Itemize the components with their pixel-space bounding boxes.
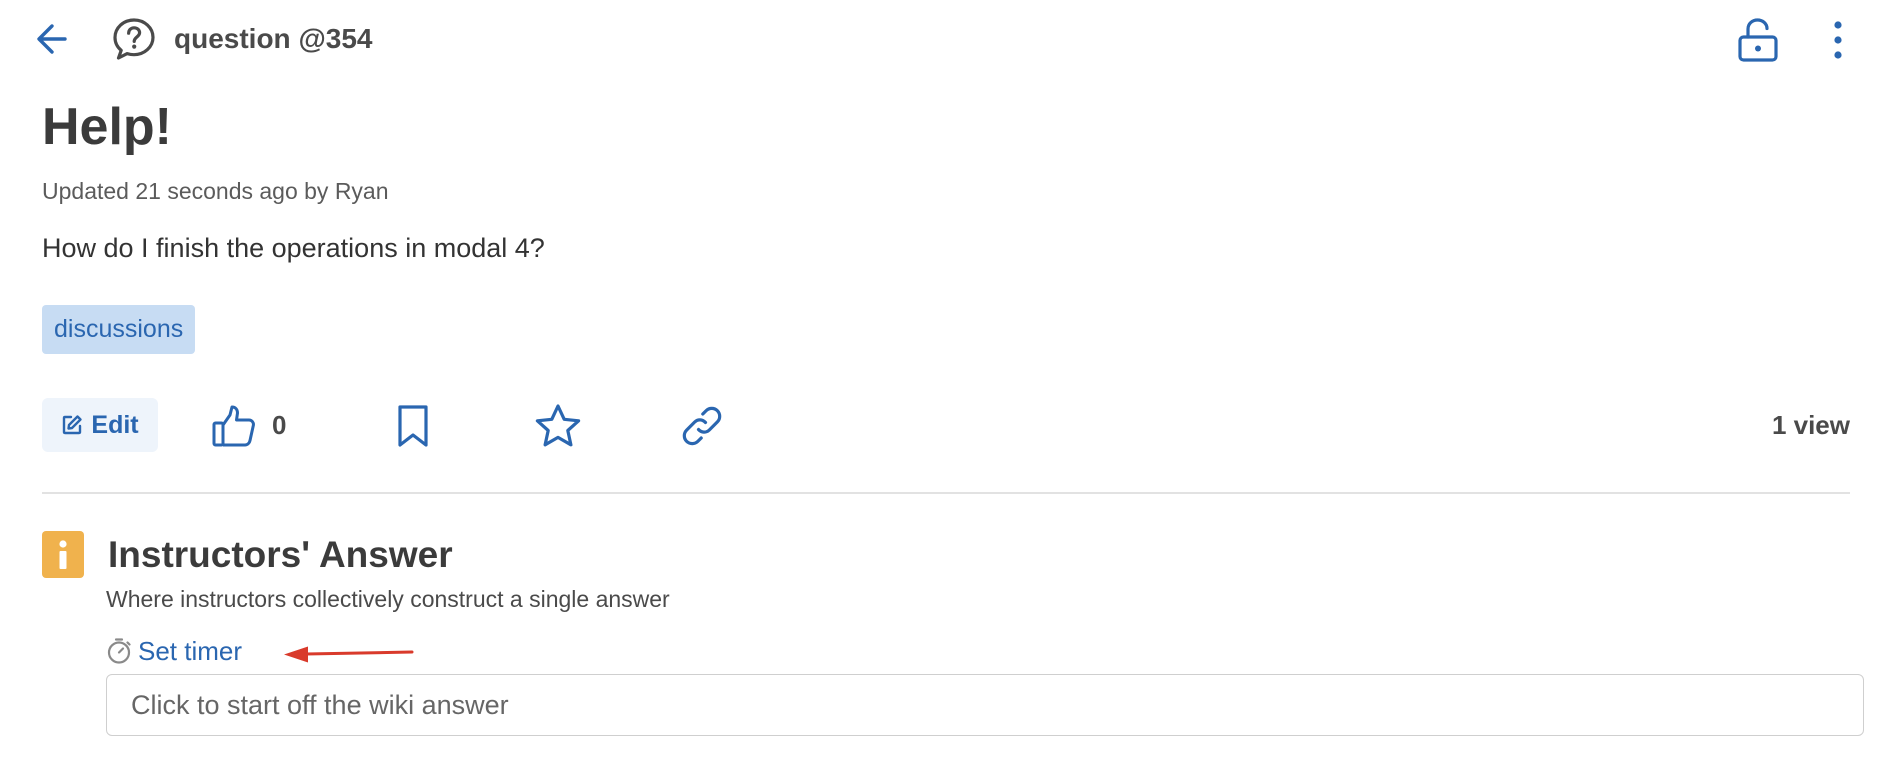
set-timer-button[interactable]: Set timer xyxy=(106,636,242,666)
more-options-button[interactable] xyxy=(1818,14,1858,66)
wiki-answer-input[interactable]: Click to start off the wiki answer xyxy=(106,674,1864,736)
like-count: 0 xyxy=(272,410,287,440)
instructors-answer-title: Instructors' Answer xyxy=(108,534,453,575)
post-body: How do I finish the operations in modal … xyxy=(42,233,545,263)
like-button[interactable] xyxy=(208,400,260,452)
favorite-button[interactable] xyxy=(532,400,584,452)
post-title: Help! xyxy=(42,98,172,156)
post-meta: Updated 21 seconds ago by Ryan xyxy=(42,178,389,204)
annotation-arrow-icon xyxy=(284,646,414,663)
bookmark-icon xyxy=(398,405,428,447)
stopwatch-icon xyxy=(107,638,131,664)
tag-discussions[interactable]: discussions xyxy=(42,305,196,354)
kebab-menu-icon xyxy=(1834,21,1842,59)
arrow-left-icon xyxy=(37,24,67,54)
question-reference: question @354 xyxy=(174,23,373,54)
edit-icon xyxy=(63,415,83,435)
thumbs-up-icon xyxy=(212,405,255,447)
link-icon xyxy=(682,406,722,446)
section-divider xyxy=(42,492,1850,494)
top-bar: question @354 xyxy=(0,0,1880,80)
back-button[interactable] xyxy=(28,16,76,62)
edit-label: Edit xyxy=(91,410,139,439)
info-icon xyxy=(42,531,84,578)
post-action-bar: Edit 0 1 view xyxy=(42,398,1850,454)
edit-button[interactable]: Edit xyxy=(42,398,158,452)
copy-link-button[interactable] xyxy=(676,400,728,452)
bookmark-button[interactable] xyxy=(388,400,438,452)
instructors-answer-description: Where instructors collectively construct… xyxy=(106,586,670,612)
view-count: 1 view xyxy=(1771,410,1850,440)
lock-toggle-button[interactable] xyxy=(1734,12,1782,68)
unlock-icon xyxy=(1738,18,1778,62)
star-icon xyxy=(535,404,581,447)
question-bubble-icon xyxy=(110,15,158,63)
set-timer-label: Set timer xyxy=(138,636,243,666)
